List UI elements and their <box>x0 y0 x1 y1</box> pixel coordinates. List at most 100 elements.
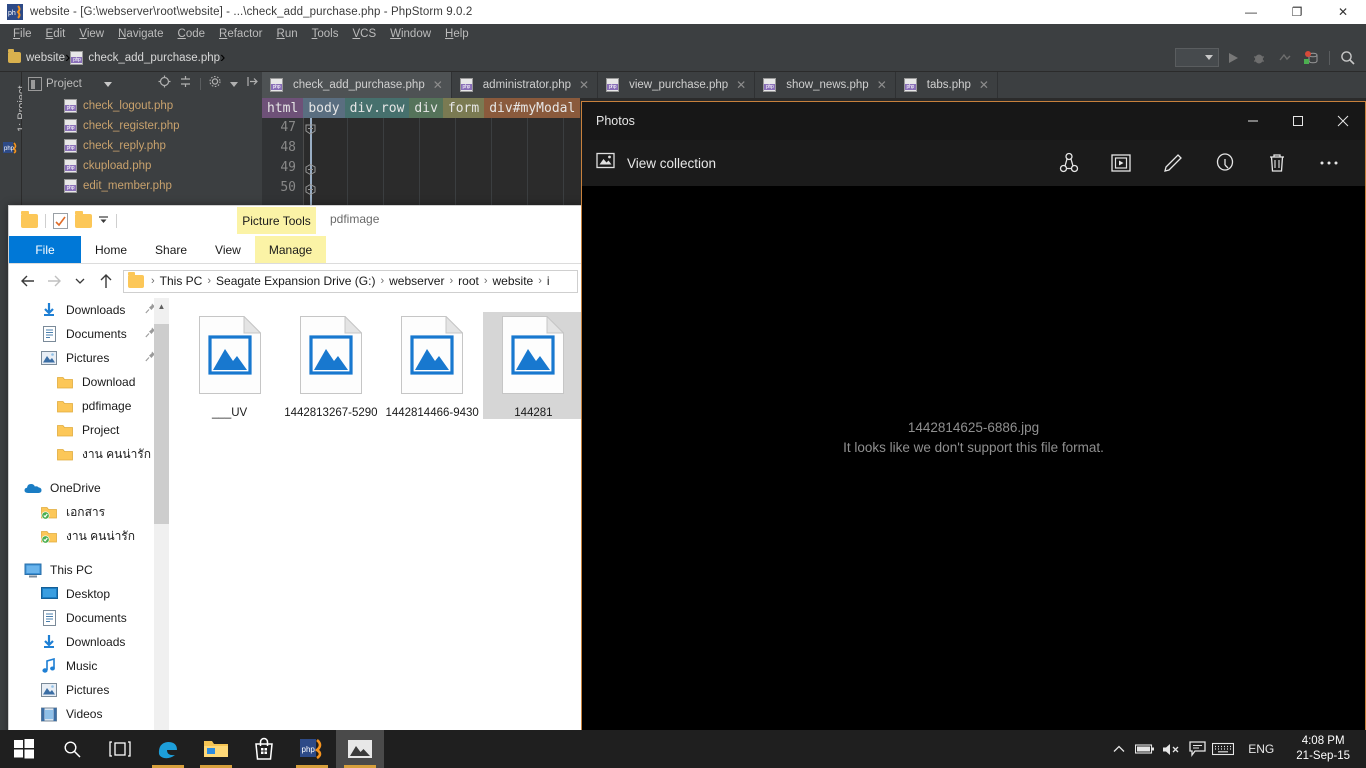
database-button[interactable] <box>1299 47 1323 69</box>
photos-icon[interactable] <box>336 730 384 768</box>
editor-tab[interactable]: view_purchase.php✕ <box>598 72 755 98</box>
breadcrumb-chip[interactable]: div <box>409 98 442 118</box>
fold-marker-icon[interactable] <box>305 122 316 133</box>
address-crumb[interactable]: root <box>458 274 479 288</box>
view-collection-button[interactable]: View collection <box>596 152 716 174</box>
menu-item-code[interactable]: Code <box>171 26 213 42</box>
battery-icon[interactable] <box>1132 730 1158 768</box>
edit-pencil-icon[interactable] <box>1147 140 1199 186</box>
menu-item-view[interactable]: View <box>72 26 111 42</box>
address-crumb[interactable]: Seagate Expansion Drive (G:) <box>216 274 375 288</box>
address-crumb[interactable]: i <box>547 274 550 288</box>
run-button[interactable] <box>1221 47 1245 69</box>
nav-item-videos[interactable]: Videos <box>9 702 168 726</box>
nav-item-documents[interactable]: Documents <box>9 606 168 630</box>
start-icon[interactable] <box>0 730 48 768</box>
nav-item-[interactable]: งาน คนน่ารัก <box>9 524 168 548</box>
editor-tab[interactable]: administrator.php✕ <box>452 72 598 98</box>
nav-item-pictures[interactable]: Pictures <box>9 346 168 370</box>
editor-tab[interactable]: check_add_purchase.php✕ <box>262 72 452 98</box>
nav-item-downloads[interactable]: Downloads <box>9 298 168 322</box>
fold-marker-icon-3[interactable] <box>305 182 316 193</box>
close-icon[interactable]: ✕ <box>877 78 887 92</box>
project-tree-item[interactable]: check_register.php <box>22 116 262 136</box>
file-explorer-icon[interactable] <box>192 730 240 768</box>
coverage-button[interactable] <box>1273 47 1297 69</box>
project-tree-item[interactable]: edit_member.php <box>22 176 262 196</box>
menu-item-edit[interactable]: Edit <box>39 26 73 42</box>
editor-tab[interactable]: tabs.php✕ <box>896 72 998 98</box>
navigation-pane-scrollbar[interactable]: ▲ <box>154 298 169 740</box>
nav-item-documents[interactable]: Documents <box>9 322 168 346</box>
editor-tab[interactable]: show_news.php✕ <box>755 72 896 98</box>
file-item[interactable]: ___UV <box>179 312 280 419</box>
menu-item-vcs[interactable]: VCS <box>345 26 383 42</box>
scrollbar-thumb[interactable] <box>154 324 169 524</box>
navigation-pane[interactable]: DownloadsDocumentsPicturesDownloadpdfima… <box>9 298 169 740</box>
back-button[interactable] <box>15 268 41 294</box>
fold-marker-icon-2[interactable] <box>305 162 316 173</box>
customize-qat-chevron-down-icon[interactable] <box>98 212 109 230</box>
tab-manage[interactable]: Manage <box>255 236 326 263</box>
menu-item-run[interactable]: Run <box>270 26 305 42</box>
menu-item-window[interactable]: Window <box>383 26 438 42</box>
address-crumb[interactable]: website <box>493 274 534 288</box>
menu-item-help[interactable]: Help <box>438 26 476 42</box>
tab-home[interactable]: Home <box>81 236 141 263</box>
task-view-icon[interactable] <box>96 730 144 768</box>
address-crumb[interactable]: webserver <box>389 274 444 288</box>
recent-locations-chevron-down-icon[interactable] <box>67 268 93 294</box>
share-icon[interactable] <box>1043 140 1095 186</box>
close-icon[interactable]: ✕ <box>433 78 443 92</box>
nav-item-onedrive[interactable]: OneDrive <box>9 476 168 500</box>
nav-item-pictures[interactable]: Pictures <box>9 678 168 702</box>
volume-muted-icon[interactable] <box>1158 730 1184 768</box>
nav-item-downloads[interactable]: Downloads <box>9 630 168 654</box>
close-icon[interactable]: ✕ <box>579 78 589 92</box>
delete-trash-icon[interactable] <box>1251 140 1303 186</box>
project-file-tree[interactable]: check_logout.phpcheck_register.phpcheck_… <box>22 96 262 206</box>
breadcrumb-chip[interactable]: div#myModal <box>484 98 580 118</box>
run-configuration-dropdown[interactable] <box>1175 48 1219 67</box>
folder-icon[interactable] <box>21 214 38 228</box>
locate-file-icon[interactable] <box>158 75 171 93</box>
breadcrumb-chip[interactable]: div.row <box>345 98 410 118</box>
nav-item-download[interactable]: Download <box>9 370 168 394</box>
menu-item-refactor[interactable]: Refactor <box>212 26 269 42</box>
notifications-icon[interactable] <box>1184 730 1210 768</box>
project-tree-item[interactable]: check_logout.php <box>22 96 262 116</box>
tab-file[interactable]: File <box>9 236 81 263</box>
nav-item-this-pc[interactable]: This PC <box>9 558 168 582</box>
photos-minimize-button[interactable] <box>1230 102 1275 140</box>
settings-chevron-down-icon[interactable] <box>230 82 238 87</box>
photos-maximize-button[interactable] <box>1275 102 1320 140</box>
menu-item-file[interactable]: File <box>6 26 39 42</box>
language-indicator[interactable]: ENG <box>1236 742 1286 756</box>
file-list-content[interactable]: ___UV1442813267-52901442814466-943014428… <box>169 298 583 740</box>
phpstorm-maximize-button[interactable]: ❐ <box>1274 0 1320 24</box>
settings-gear-icon[interactable] <box>209 75 222 93</box>
keyboard-icon[interactable] <box>1210 730 1236 768</box>
nav-item-[interactable]: เอกสาร <box>9 500 168 524</box>
tab-share[interactable]: Share <box>141 236 201 263</box>
close-icon[interactable]: ✕ <box>736 78 746 92</box>
search-icon[interactable] <box>48 730 96 768</box>
edge-icon[interactable] <box>144 730 192 768</box>
search-everywhere-button[interactable] <box>1336 47 1360 69</box>
breadcrumb-chip[interactable]: body <box>303 98 344 118</box>
hide-toolwindow-icon[interactable] <box>246 75 259 93</box>
address-field[interactable]: ›This PC›Seagate Expansion Drive (G:)›we… <box>123 270 578 293</box>
menu-item-tools[interactable]: Tools <box>305 26 346 42</box>
breadcrumb-chip[interactable]: html <box>262 98 303 118</box>
photos-close-button[interactable] <box>1320 102 1365 140</box>
nav-item-desktop[interactable]: Desktop <box>9 582 168 606</box>
file-item[interactable]: 1442813267-5290 <box>280 312 381 419</box>
tab-view[interactable]: View <box>201 236 255 263</box>
nav-item-[interactable]: งาน คนน่ารัก <box>9 442 168 466</box>
debug-button[interactable] <box>1247 47 1271 69</box>
project-tree-item[interactable]: ckupload.php <box>22 156 262 176</box>
scroll-up-arrow-icon[interactable]: ▲ <box>154 298 169 315</box>
properties-icon[interactable] <box>53 213 68 229</box>
project-tree-item[interactable]: check_reply.php <box>22 136 262 156</box>
file-item[interactable]: 1442814466-9430 <box>382 312 483 419</box>
